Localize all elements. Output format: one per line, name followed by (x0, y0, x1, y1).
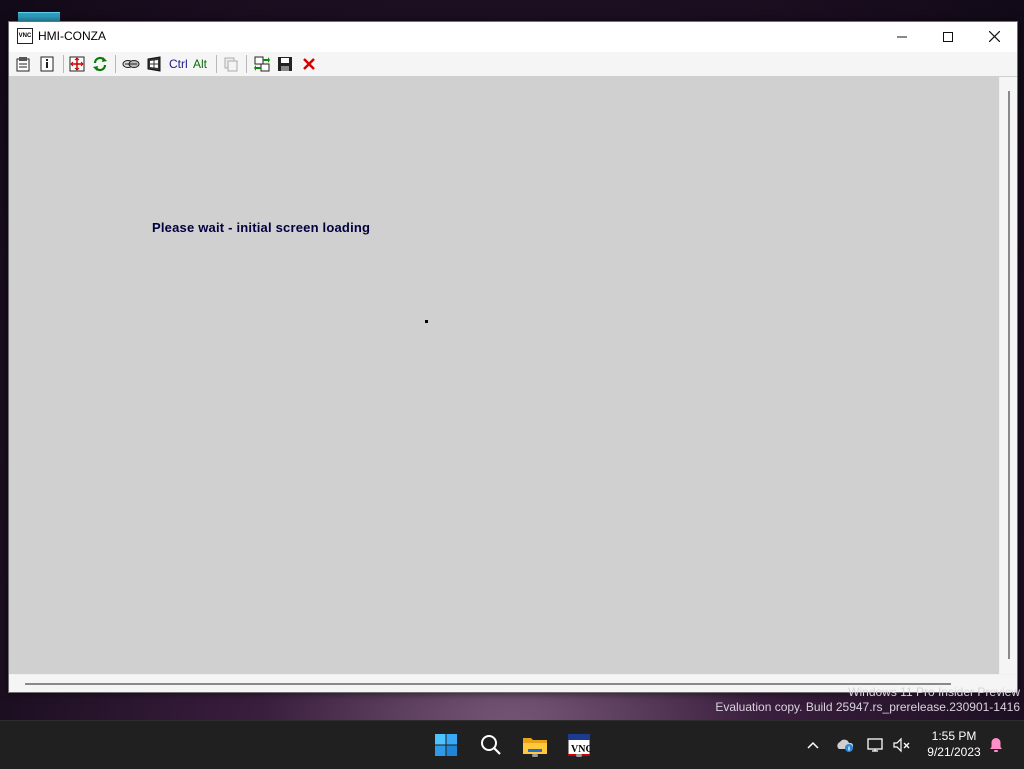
file-explorer-icon (523, 738, 547, 754)
clock-date: 9/21/2023 (927, 745, 981, 759)
notifications-icon (990, 738, 1002, 752)
remote-screen[interactable]: Please wait - initial screen loading (9, 77, 999, 674)
maximize-icon (943, 31, 953, 42)
save-button[interactable] (276, 55, 294, 73)
vnc-app-icon[interactable]: VNC (17, 28, 33, 44)
ctrl-alt-del-button[interactable] (122, 55, 140, 73)
window-title: HMI-CONZA (38, 29, 106, 43)
disconnect-button[interactable] (300, 55, 318, 73)
running-indicator (532, 754, 538, 757)
taskbar: VNC 1:55 PM 9/21/2023 (0, 720, 1024, 769)
refresh-icon (93, 56, 107, 72)
network-tray-button[interactable] (866, 735, 886, 755)
onedrive-tray-button[interactable] (835, 735, 855, 755)
alt-key-button[interactable]: Alt (193, 57, 207, 71)
minimize-icon (897, 36, 907, 37)
fullscreen-button[interactable] (68, 55, 86, 73)
toolbar-separator (115, 55, 116, 73)
notifications-button[interactable] (986, 735, 1006, 755)
start-menu-icon (147, 56, 161, 72)
onedrive-icon (837, 739, 854, 752)
start-button[interactable] (430, 729, 462, 761)
close-icon (988, 31, 1000, 42)
fullscreen-icon (69, 56, 85, 72)
volume-tray-button[interactable] (892, 735, 912, 755)
search-button[interactable] (475, 729, 507, 761)
watermark-line-1: Windows 11 Pro Insider Preview (848, 685, 1020, 699)
title-bar[interactable]: VNC HMI-CONZA (9, 22, 1017, 53)
maximize-button[interactable] (925, 22, 971, 51)
show-hidden-icons-button[interactable] (803, 735, 823, 755)
search-icon (481, 735, 501, 755)
vnc-viewer-window: VNC HMI-CONZA Ctrl Alt Please wait - ini… (8, 21, 1018, 693)
vnc-toolbar: Ctrl Alt (9, 52, 1017, 77)
start-icon (435, 734, 457, 756)
transfer-files-icon (254, 56, 270, 72)
os-watermark: Windows 11 Pro Insider Preview Evaluatio… (715, 685, 1020, 715)
refresh-button[interactable] (91, 55, 109, 73)
save-icon (278, 57, 292, 71)
chevron-up-icon (807, 741, 819, 749)
copy-disabled-icon (224, 57, 238, 72)
connection-info-button[interactable] (38, 55, 56, 73)
options-icon (16, 57, 30, 72)
file-explorer-button[interactable] (519, 729, 551, 761)
vnc-viewer-taskbar-button[interactable]: VNC (563, 729, 595, 761)
network-icon (867, 738, 883, 752)
start-menu-button[interactable] (145, 55, 163, 73)
close-button[interactable] (971, 22, 1017, 51)
vertical-scrollbar[interactable] (1000, 77, 1017, 674)
running-indicator (576, 754, 582, 757)
ctrl-alt-del-icon (122, 60, 140, 68)
options-button[interactable] (14, 55, 32, 73)
taskbar-clock[interactable]: 1:55 PM 9/21/2023 (918, 728, 990, 760)
watermark-line-2: Evaluation copy. Build 25947.rs_prerelea… (715, 700, 1020, 714)
disconnect-icon (303, 58, 315, 70)
copy-clipboard-button[interactable] (222, 55, 240, 73)
clock-time: 1:55 PM (931, 729, 977, 743)
ctrl-key-button[interactable]: Ctrl (169, 57, 188, 71)
loading-message: Please wait - initial screen loading (152, 220, 371, 235)
volume-muted-icon (893, 737, 910, 753)
toolbar-separator (216, 55, 217, 73)
transfer-files-button[interactable] (253, 55, 271, 73)
toolbar-separator (63, 55, 64, 73)
connection-info-icon (40, 56, 54, 72)
minimize-button[interactable] (879, 22, 925, 51)
vertical-scroll-thumb[interactable] (1008, 91, 1010, 659)
remote-cursor-dot (425, 320, 428, 323)
toolbar-separator (246, 55, 247, 73)
